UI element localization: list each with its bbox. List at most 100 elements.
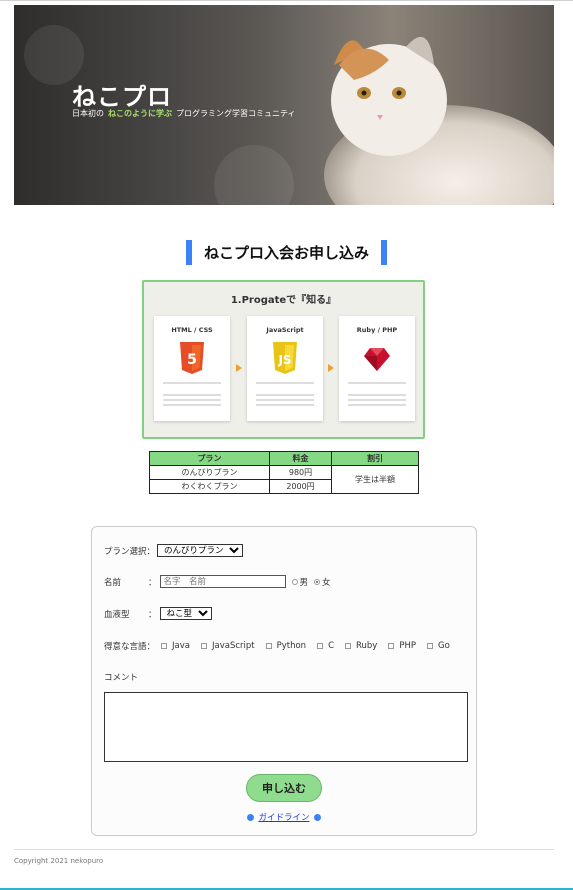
hero-subtitle-accent: ねこのように学ぶ xyxy=(108,109,172,118)
submit-button[interactable]: 申し込む xyxy=(246,774,322,802)
cat-image xyxy=(324,36,554,205)
guideline-link-row: ガイドライン xyxy=(92,811,476,823)
checkbox[interactable] xyxy=(161,643,168,649)
checkbox[interactable] xyxy=(200,643,207,649)
language-label-ruby: Ruby xyxy=(356,641,378,651)
course-card-ruby: Ruby / PHP xyxy=(339,316,415,421)
gender-female-radio[interactable] xyxy=(314,578,321,585)
course-text-line xyxy=(256,382,314,384)
course-text-line xyxy=(163,382,221,384)
course-name: JavaScript xyxy=(266,326,304,334)
course-text-line xyxy=(163,399,221,401)
top-border xyxy=(0,0,573,3)
course-text-line xyxy=(348,382,406,384)
language-ruby[interactable]: Ruby xyxy=(345,641,377,651)
hero-title: ねこプロ xyxy=(72,83,172,111)
table-cell-price: 980円 xyxy=(269,465,332,480)
name-input[interactable] xyxy=(159,575,286,588)
ruby-icon xyxy=(364,348,390,371)
hero-banner: ねこプロ 日本初の ねこのように学ぶ プログラミング学習コミュニティ xyxy=(14,5,554,205)
price-table: プラン 料金 割引 のんびりプラン 980円 学生は半額 わくわくプラン 200… xyxy=(149,451,419,494)
section-title: ねこプロ入会お申し込み xyxy=(0,240,573,265)
course-text-line xyxy=(348,399,406,401)
guideline-link[interactable]: ガイドライン xyxy=(258,811,309,823)
blood-label: 血液型 xyxy=(104,609,130,620)
table-row: のんびりプラン 980円 学生は半額 xyxy=(149,465,419,494)
checkbox[interactable] xyxy=(317,643,324,649)
name-row: 名前 ： 男 女 xyxy=(104,575,331,588)
table-cell-discount: 学生は半額 xyxy=(331,465,419,494)
course-card-js: JavaScript JS xyxy=(247,316,323,421)
gender-female-option[interactable]: 女 xyxy=(314,576,331,588)
course-name: HTML / CSS xyxy=(171,326,213,334)
name-label: 名前 xyxy=(104,577,122,588)
table-header: プラン xyxy=(149,451,270,466)
arrow-right-icon xyxy=(236,364,242,372)
comment-label: コメント xyxy=(104,673,139,683)
copyright-text: Copyright 2021 nekopuro xyxy=(14,857,104,865)
language-javascript[interactable]: JavaScript xyxy=(200,641,255,651)
language-label-python: Python xyxy=(276,641,307,651)
page-title: ねこプロ入会お申し込み xyxy=(185,240,387,265)
svg-text:JS: JS xyxy=(277,353,291,367)
footer-divider xyxy=(14,849,554,850)
language-python[interactable]: Python xyxy=(265,641,307,651)
table-cell-plan: のんびりプラン xyxy=(149,465,270,480)
hero-subtitle: 日本初の ねこのように学ぶ プログラミング学習コミュニティ xyxy=(72,108,296,119)
language-java[interactable]: Java xyxy=(161,641,190,651)
gender-male-label: 男 xyxy=(299,577,309,588)
course-name: Ruby / PHP xyxy=(356,326,398,334)
progate-image: 1.Progateで『知る』 HTML / CSS 5 JavaScript J… xyxy=(142,280,425,439)
blood-row: 血液型 ： ねこ型 xyxy=(104,607,212,620)
table-header: 料金 xyxy=(269,451,332,466)
language-php[interactable]: PHP xyxy=(388,641,416,651)
checkbox[interactable] xyxy=(265,643,272,649)
language-label: 得意な言語： xyxy=(104,642,156,652)
course-text-line xyxy=(163,404,221,406)
progate-title: 1.Progateで『知る』 xyxy=(230,295,337,306)
course-text-line xyxy=(163,394,221,396)
table-cell-price: 2000円 xyxy=(269,479,332,494)
language-label-go: Go xyxy=(438,641,450,651)
gender-female-label: 女 xyxy=(322,577,331,588)
html5-icon: 5 xyxy=(180,342,204,374)
bokeh-decoration xyxy=(214,145,294,205)
checkbox[interactable] xyxy=(427,643,433,649)
bullet-dot-icon xyxy=(313,813,321,821)
comment-textarea[interactable] xyxy=(104,692,468,762)
bokeh-decoration xyxy=(24,25,84,85)
hero-subtitle-pre: 日本初の xyxy=(72,109,104,118)
course-card-html: HTML / CSS 5 xyxy=(154,316,230,421)
hero-subtitle-post: プログラミング学習コミュニティ xyxy=(176,109,296,118)
language-go[interactable]: Go xyxy=(427,641,450,651)
course-text-line xyxy=(256,404,314,406)
language-label-javascript: JavaScript xyxy=(211,641,255,651)
table-header-row: プラン 料金 割引 xyxy=(149,451,419,466)
course-text-line xyxy=(256,399,314,401)
course-text-line xyxy=(348,394,406,396)
plan-select[interactable]: のんびりプラン xyxy=(157,544,244,557)
language-label-c: C xyxy=(328,641,334,651)
language-label-php: PHP xyxy=(399,641,416,651)
svg-text:5: 5 xyxy=(187,352,197,368)
course-text-line xyxy=(348,404,406,406)
gender-male-radio[interactable] xyxy=(291,578,298,585)
table-cell-plan: わくわくプラン xyxy=(149,479,270,494)
blood-select[interactable]: ねこ型 xyxy=(159,607,212,620)
language-row: 得意な言語： Java JavaScript Python C Ruby PHP… xyxy=(104,640,450,652)
language-label-java: Java xyxy=(172,641,190,651)
checkbox[interactable] xyxy=(388,643,395,649)
js-icon: JS xyxy=(273,342,297,374)
blood-colon: ： xyxy=(148,609,157,620)
application-form: プラン選択： のんびりプラン 名前 ： 男 女 血液型 ： ねこ型 得意な言語：… xyxy=(91,526,477,836)
checkbox[interactable] xyxy=(345,643,351,649)
arrow-right-icon xyxy=(328,364,334,372)
language-c[interactable]: C xyxy=(317,641,334,651)
plan-label: プラン選択： xyxy=(104,546,156,557)
course-text-line xyxy=(256,394,314,396)
table-header: 割引 xyxy=(331,451,419,466)
name-colon: ： xyxy=(148,577,157,588)
bullet-dot-icon xyxy=(247,813,255,821)
gender-male-option[interactable]: 男 xyxy=(291,576,309,588)
plan-row: プラン選択： のんびりプラン xyxy=(104,544,244,557)
